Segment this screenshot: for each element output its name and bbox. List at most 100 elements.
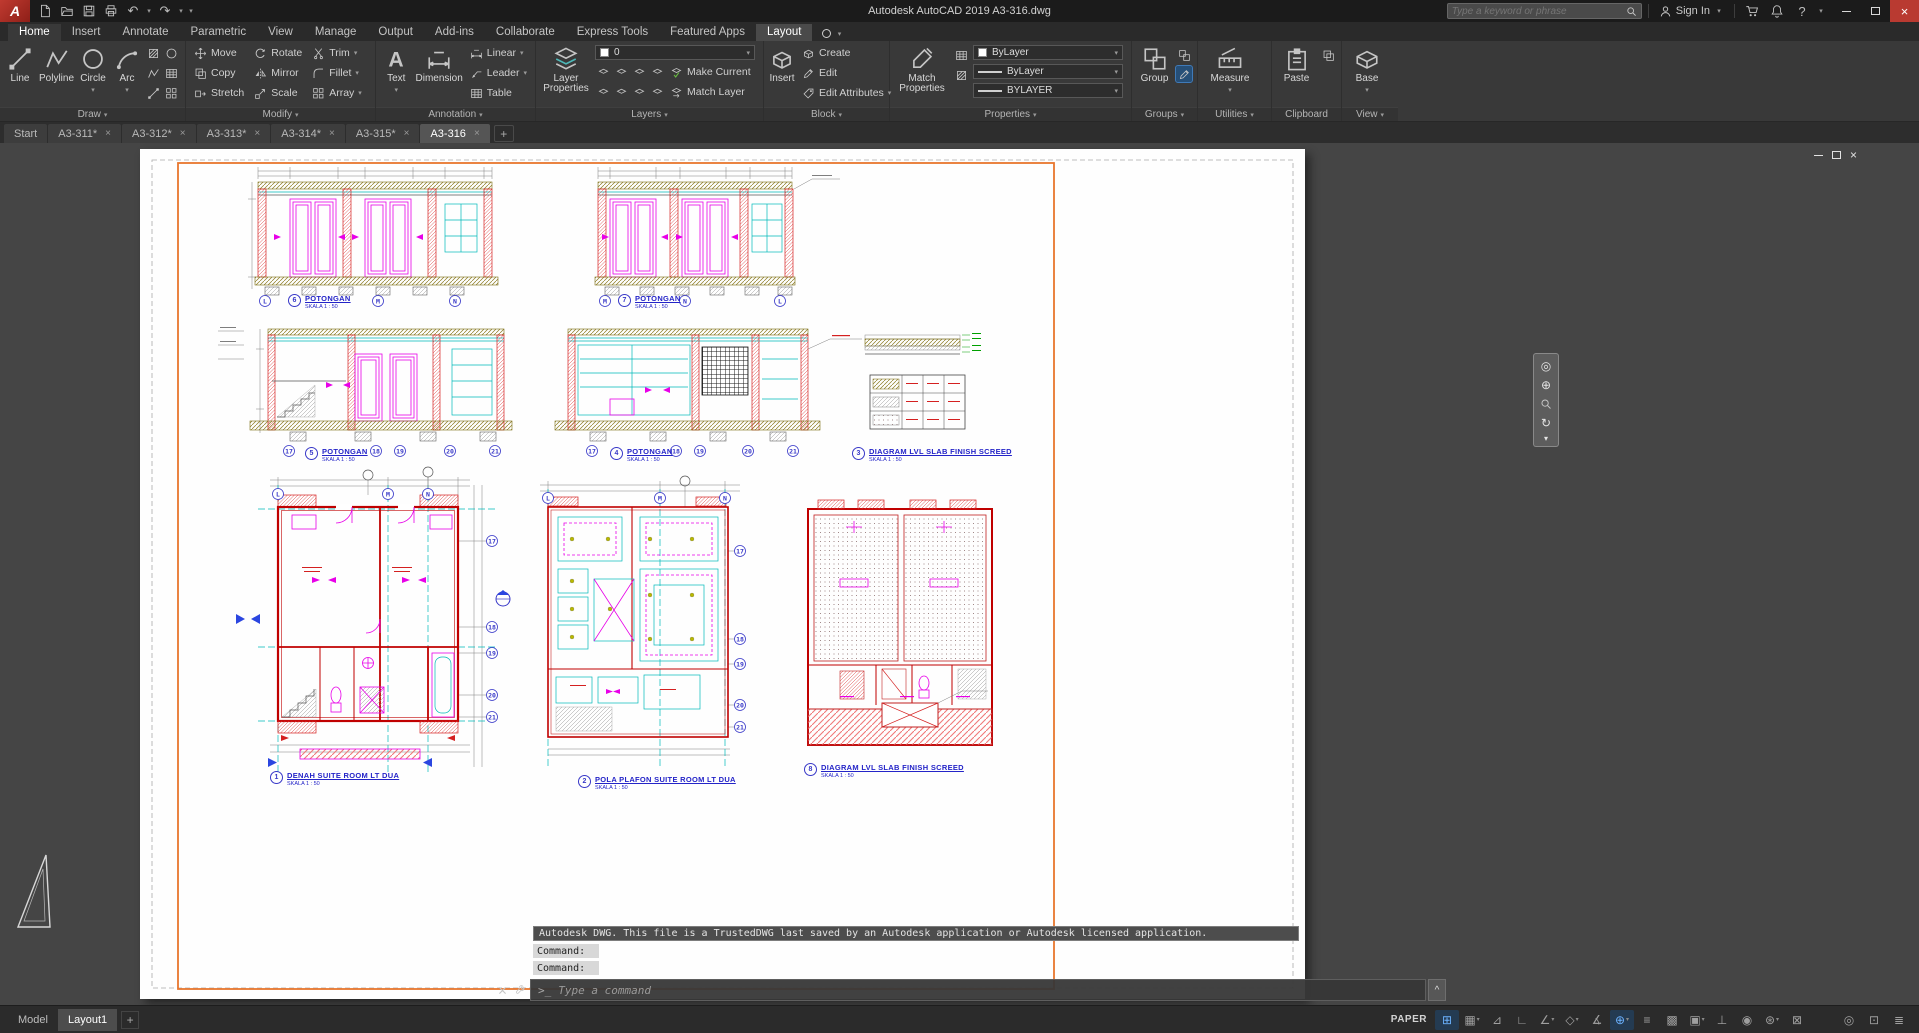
layer-properties-button[interactable]: Layer Properties [541,43,591,105]
layout1-tab[interactable]: Layout1 [57,1008,118,1031]
line-button[interactable]: Line [5,43,35,105]
navbar-zoom-icon[interactable] [1534,395,1558,412]
viewport-close-icon[interactable]: × [1850,149,1857,161]
tab-parametric[interactable]: Parametric [180,24,258,41]
close-tab-icon[interactable]: × [329,128,335,139]
close-tab-icon[interactable]: × [254,128,260,139]
tab-view[interactable]: View [257,24,304,41]
scale-button[interactable]: Scale [251,83,305,103]
layer-off-button[interactable] [595,64,611,80]
workspace-switcher[interactable]: ⊛ ▾ [1760,1010,1784,1030]
hatch-tool-button[interactable] [146,45,162,61]
group-button[interactable]: Group [1137,43,1172,105]
array-button[interactable]: Array ▾ [309,83,365,103]
doc-tab-a3-315[interactable]: A3-315* × [345,124,420,143]
tab-insert[interactable]: Insert [61,24,112,41]
help-dropdown[interactable]: ▾ [1816,7,1826,15]
linetype-select[interactable]: BYLAYER ▾ [973,83,1123,98]
centerline-tool-button[interactable] [146,85,162,101]
lineweight-select[interactable]: ByLayer ▾ [973,64,1123,79]
viewport-minimize-icon[interactable] [1813,154,1823,156]
layer-freeze-button[interactable] [631,64,647,80]
text-button[interactable]: Text ▾ [381,43,412,105]
panel-title-groups[interactable]: Groups ▾ [1132,107,1197,121]
clean-screen-toggle[interactable]: ⊡ [1862,1010,1886,1030]
panel-title-properties[interactable]: Properties ▾ [890,107,1131,121]
object-color-button[interactable] [953,47,969,63]
layer-on-button[interactable] [595,84,611,100]
match-properties-button[interactable]: Match Properties [895,43,949,105]
dimension-button[interactable]: Dimension [416,43,463,105]
arc-button[interactable]: Arc ▾ [112,43,142,105]
notifications-button[interactable] [1766,1,1788,21]
tab-annotate[interactable]: Annotate [111,24,179,41]
panel-title-modify[interactable]: Modify ▾ [186,107,375,121]
object-color-select[interactable]: ByLayer ▾ [973,45,1123,60]
region-tool-button[interactable] [164,65,180,81]
doc-tab-a3-316[interactable]: A3-316 × [420,124,490,143]
selection-cycling-toggle[interactable]: ▣ ▾ [1685,1010,1709,1030]
app-store-button[interactable] [1741,1,1763,21]
panel-title-clipboard[interactable]: Clipboard [1272,107,1341,121]
redo-button[interactable]: ↷ [154,1,176,21]
measure-button[interactable]: Measure ▾ [1203,43,1257,105]
move-button[interactable]: Move [191,43,247,63]
circle-button[interactable]: Circle ▾ [78,43,108,105]
new-drawing-button[interactable]: + [493,125,514,142]
doc-tab-a3-311[interactable]: A3-311* × [48,124,122,143]
copy-button[interactable]: Copy [191,63,247,83]
rotate-button[interactable]: Rotate [251,43,305,63]
navbar-more-icon[interactable]: ▾ [1534,433,1558,443]
stretch-button[interactable]: Stretch [191,83,247,103]
ungroup-button[interactable] [1176,47,1192,63]
tab-collaborate[interactable]: Collaborate [485,24,566,41]
match-layer-button[interactable]: Match Layer [667,82,748,102]
drawing-canvas[interactable]: .d{stroke:#7e7e7e;stroke-width:.5}.t{str… [0,143,1919,1005]
snap-toggle[interactable]: ▦ ▾ [1460,1010,1484,1030]
sign-in-button[interactable]: Sign In ▾ [1655,0,1728,22]
model-tab[interactable]: Model [8,1009,58,1031]
tab-manage[interactable]: Manage [304,24,368,41]
gradient-tool-button[interactable] [164,85,180,101]
dynamic-ucs-toggle[interactable]: ⊥ [1710,1010,1734,1030]
polar-tracking-toggle[interactable]: ∠ ▾ [1535,1010,1559,1030]
command-input[interactable] [558,983,1418,997]
command-customize-button[interactable] [512,981,528,999]
layer-thaw-button[interactable] [631,84,647,100]
new-button[interactable] [34,1,56,21]
layer-lock-button[interactable] [649,64,665,80]
customization-menu[interactable]: ≣ [1887,1010,1911,1030]
layer-select[interactable]: 0 ▾ [595,45,755,60]
drawing-paper[interactable]: .d{stroke:#7e7e7e;stroke-width:.5}.t{str… [140,149,1305,999]
command-close-button[interactable] [494,981,510,999]
ortho-toggle[interactable]: ∟ [1510,1010,1534,1030]
edit-attributes-button[interactable]: Edit Attributes ▾ [799,83,894,103]
close-tab-icon[interactable]: × [180,128,186,139]
trim-button[interactable]: Trim ▾ [309,43,365,63]
annotation-monitor-toggle[interactable]: ⊠ [1785,1010,1809,1030]
osnap-tracking-toggle[interactable]: ∡ [1585,1010,1609,1030]
tab-featured-apps[interactable]: Featured Apps [659,24,756,41]
add-layout-button[interactable]: + [121,1010,140,1029]
copy-clip-button[interactable] [1320,47,1336,63]
table-button[interactable]: Table [467,83,530,103]
mirror-button[interactable]: Mirror [251,63,305,83]
tab-home[interactable]: Home [8,24,61,41]
doc-tab-a3-314[interactable]: A3-314* × [271,124,345,143]
create-block-button[interactable]: Create [799,43,894,63]
leader-button[interactable]: Leader ▾ [467,63,530,83]
revcloud-tool-button[interactable] [146,65,162,81]
doc-tab-a3-312[interactable]: A3-312* × [122,124,196,143]
panel-title-block[interactable]: Block ▾ [764,107,889,121]
ellipse-tool-button[interactable] [164,45,180,61]
ucs-icon[interactable] [10,847,62,933]
layer-unlock-button[interactable] [649,84,665,100]
minimize-button[interactable] [1832,0,1861,22]
search-box[interactable] [1446,3,1642,19]
linear-dim-button[interactable]: Linear ▾ [467,43,530,63]
make-current-button[interactable]: Make Current [667,62,754,82]
tab-layout[interactable]: Layout [755,24,813,41]
recent-commands-button[interactable]: ^ [1428,979,1446,1001]
fillet-button[interactable]: Fillet ▾ [309,63,365,83]
close-tab-icon[interactable]: × [105,128,111,139]
